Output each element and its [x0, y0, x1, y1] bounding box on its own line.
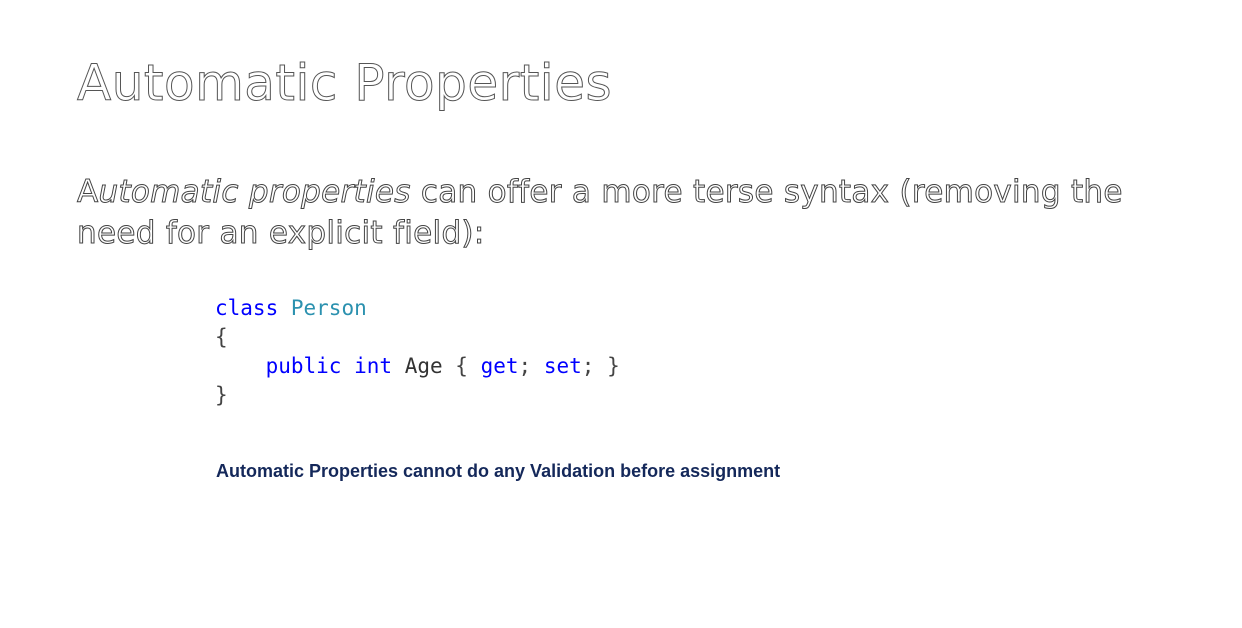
code-keyword-get: get — [480, 354, 519, 378]
code-open-brace: { — [215, 325, 228, 349]
code-keyword-set: set — [543, 354, 582, 378]
code-semicolon-1: ; — [518, 354, 532, 378]
code-accessor-close: } — [607, 354, 620, 378]
code-close-brace: } — [215, 383, 228, 407]
code-line-1: class Person — [215, 294, 620, 323]
code-keyword-int: int — [354, 354, 393, 378]
slide: Automatic Properties Automatic propertie… — [0, 0, 1242, 628]
code-accessor-open: { — [455, 354, 468, 378]
slide-title: Automatic Properties — [77, 54, 613, 113]
validation-note: Automatic Properties cannot do any Valid… — [216, 461, 781, 481]
code-keyword-class: class — [215, 296, 279, 320]
intro-emphasis: utomatic properties — [98, 174, 411, 211]
code-semicolon-2: ; — [581, 354, 595, 378]
intro-paragraph: Automatic properties can offer a more te… — [77, 172, 1167, 254]
code-type-person: Person — [290, 296, 367, 320]
code-line-2: { — [215, 323, 620, 352]
code-line-4: } — [215, 381, 620, 410]
code-keyword-public: public — [265, 354, 342, 378]
code-block: class Person{ public int Age { get; set;… — [215, 294, 620, 410]
intro-lead-letter: A — [77, 174, 99, 211]
code-line-3: public int Age { get; set; } — [215, 352, 620, 381]
code-property-name: Age — [404, 354, 443, 378]
